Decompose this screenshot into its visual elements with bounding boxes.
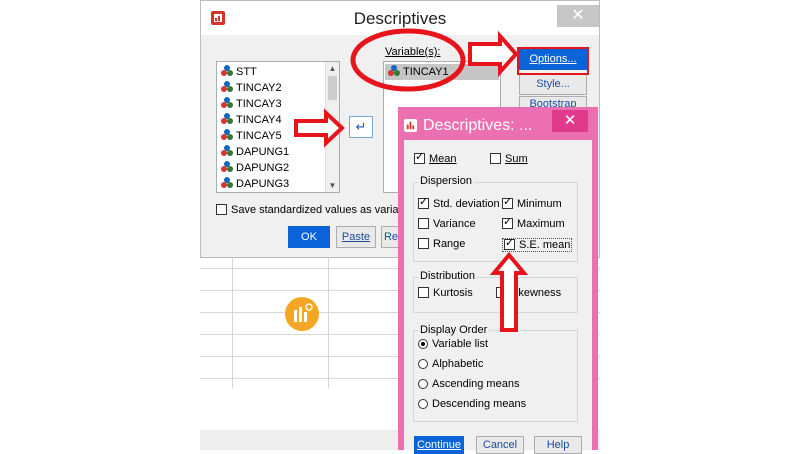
options-highlight-box [517, 47, 589, 75]
highlight-circle [350, 28, 466, 92]
annotation-layer [294, 28, 589, 332]
arrow-up-icon [489, 251, 529, 332]
arrow-right-icon [294, 108, 345, 148]
arrow-right-icon [468, 30, 519, 78]
